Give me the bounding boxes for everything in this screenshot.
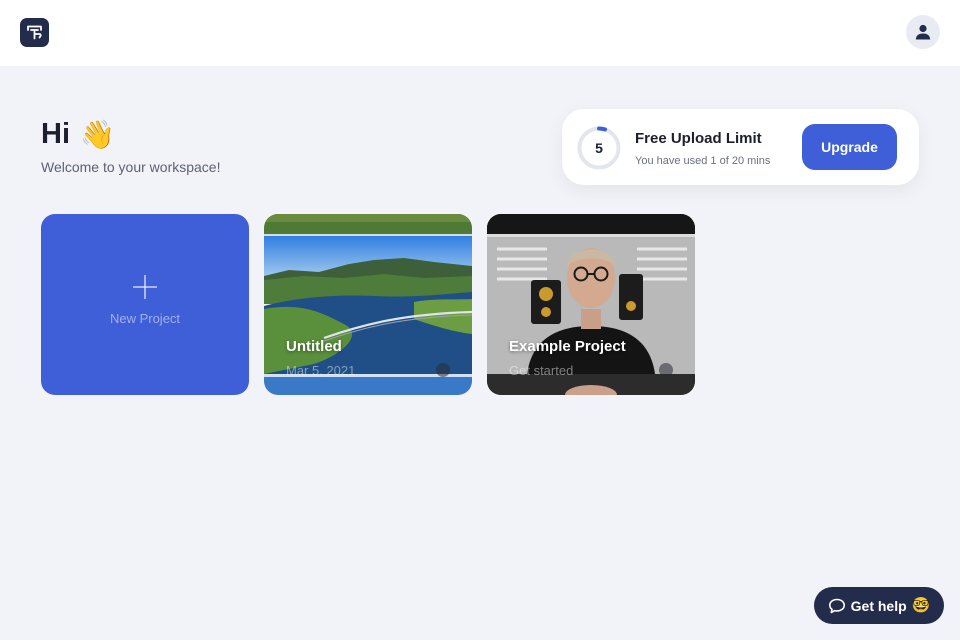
user-avatar-button[interactable] <box>906 15 940 49</box>
plus-icon <box>133 275 157 299</box>
app-logo-icon[interactable] <box>20 18 49 47</box>
waving-hand-icon: 👋 <box>80 118 115 150</box>
get-help-button[interactable]: Get help 🤓 <box>814 587 944 624</box>
project-date: Mar 5, 2021 <box>286 363 356 378</box>
upgrade-button[interactable]: Upgrade <box>802 124 897 170</box>
project-title: Untitled <box>286 338 342 355</box>
project-status: Get started <box>509 363 574 378</box>
greeting-subtitle: Welcome to your workspace! <box>41 159 221 175</box>
project-options-icon[interactable] <box>659 363 673 377</box>
nerd-face-icon: 🤓 <box>911 597 931 614</box>
project-card-untitled[interactable]: Untitled Mar 5, 2021 <box>264 214 472 395</box>
chat-bubble-icon <box>828 598 845 613</box>
project-title: Example Project <box>509 338 626 355</box>
project-options-icon[interactable] <box>436 363 450 377</box>
upload-limit-card: 5 Free Upload Limit You have used 1 of 2… <box>562 109 919 185</box>
usage-percent-label: 5 <box>595 140 603 156</box>
greeting-title: Hi <box>41 118 70 150</box>
greeting-heading: Hi 👋 <box>41 118 115 151</box>
upload-limit-title: Free Upload Limit <box>635 130 762 147</box>
new-project-label: New Project <box>109 311 181 326</box>
get-help-label: Get help <box>850 597 907 614</box>
upload-limit-description: You have used 1 of 20 mins <box>635 155 771 167</box>
new-project-card[interactable]: New Project <box>41 214 249 395</box>
project-card-example[interactable]: Example Project Get started <box>487 214 695 395</box>
top-navigation-bar <box>0 0 960 66</box>
user-icon <box>915 24 931 40</box>
